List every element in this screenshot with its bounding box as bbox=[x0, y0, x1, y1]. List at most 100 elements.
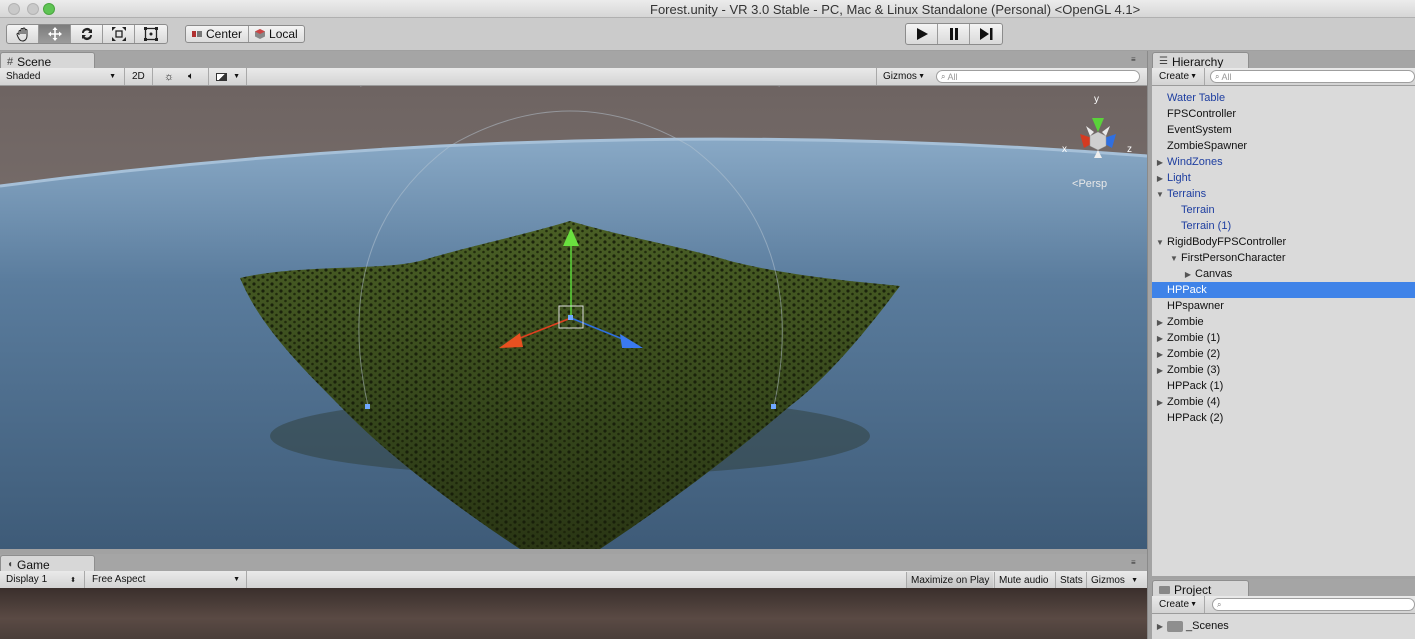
scene-viewport[interactable]: y x z bbox=[0, 86, 1147, 549]
hierarchy-item[interactable]: EventSystem bbox=[1152, 122, 1415, 138]
game-gizmos-dropdown[interactable]: Gizmos ▼ bbox=[1086, 572, 1142, 588]
rect-tool-button[interactable] bbox=[135, 25, 167, 43]
hierarchy-item[interactable]: ▶ Zombie bbox=[1152, 314, 1415, 330]
projection-label: Persp bbox=[1078, 178, 1108, 190]
expand-arrow-icon[interactable]: ▶ bbox=[1155, 174, 1165, 183]
move-tool-button[interactable] bbox=[39, 25, 71, 43]
step-button[interactable] bbox=[970, 24, 1002, 44]
grid-icon: # bbox=[7, 55, 14, 68]
scale-tool-button[interactable] bbox=[103, 25, 135, 43]
2d-label: 2D bbox=[132, 71, 145, 82]
tab-hierarchy[interactable]: ☰ Hierarchy bbox=[1152, 52, 1249, 69]
lighting-toggle[interactable]: ☼ bbox=[160, 69, 176, 84]
divider bbox=[1204, 68, 1205, 85]
hierarchy-item-label: Zombie (2) bbox=[1167, 348, 1221, 360]
hierarchy-item[interactable]: ▶ Light bbox=[1152, 170, 1415, 186]
collapse-arrow-icon[interactable]: ▼ bbox=[1155, 238, 1165, 247]
bounds-handle[interactable] bbox=[771, 404, 776, 409]
scene-tabbar: # Scene ≡ bbox=[0, 51, 1147, 69]
tab-game[interactable]: ◖ Game bbox=[0, 555, 95, 572]
divider bbox=[246, 571, 247, 588]
bounds-handle[interactable] bbox=[365, 404, 370, 409]
mute-audio-toggle[interactable]: Mute audio bbox=[994, 572, 1052, 588]
pause-button[interactable] bbox=[938, 24, 970, 44]
hierarchy-item[interactable]: HPPack bbox=[1152, 282, 1415, 298]
project-folder-item[interactable]: ▶ _Scenes bbox=[1152, 618, 1415, 634]
hierarchy-search-input[interactable]: ⌕ All bbox=[1210, 70, 1415, 83]
hierarchy-item[interactable]: Water Table bbox=[1152, 90, 1415, 106]
hierarchy-create-label: Create bbox=[1159, 71, 1190, 82]
hierarchy-item[interactable]: Terrain (1) bbox=[1152, 218, 1415, 234]
hierarchy-item[interactable]: ▶ WindZones bbox=[1152, 154, 1415, 170]
zoom-window-button[interactable] bbox=[43, 3, 55, 15]
hierarchy-item[interactable]: ▶ Zombie (4) bbox=[1152, 394, 1415, 410]
hierarchy-item-label: Zombie (4) bbox=[1167, 396, 1221, 408]
pivot-local-button[interactable]: Local bbox=[249, 26, 304, 42]
tab-project[interactable]: Project bbox=[1152, 580, 1249, 597]
hierarchy-item[interactable]: ▼ FirstPersonCharacter bbox=[1152, 250, 1415, 266]
hierarchy-item[interactable]: ▶ Canvas bbox=[1152, 266, 1415, 282]
game-viewport[interactable] bbox=[0, 588, 1147, 639]
pivot-center-label: Center bbox=[206, 27, 243, 41]
project-create-dropdown[interactable]: Create ▼ bbox=[1155, 597, 1201, 612]
hand-tool-button[interactable] bbox=[7, 25, 39, 43]
hierarchy-item[interactable]: ▶ Zombie (1) bbox=[1152, 330, 1415, 346]
hierarchy-item[interactable]: HPPack (1) bbox=[1152, 378, 1415, 394]
project-search-input[interactable]: ⌕ bbox=[1212, 598, 1415, 611]
draw-mode-label: Shaded bbox=[6, 71, 41, 82]
game-gizmos-label: Gizmos bbox=[1091, 574, 1125, 586]
collapse-arrow-icon[interactable]: ▼ bbox=[1155, 190, 1165, 199]
aspect-dropdown[interactable]: Free Aspect ▼ bbox=[88, 572, 244, 587]
expand-arrow-icon[interactable]: ▶ bbox=[1155, 318, 1165, 327]
hierarchy-item[interactable]: Terrain bbox=[1152, 202, 1415, 218]
scene-search-input[interactable]: ⌕ All bbox=[936, 70, 1140, 83]
maximize-on-play-toggle[interactable]: Maximize on Play bbox=[906, 572, 994, 588]
tab-scene[interactable]: # Scene bbox=[0, 52, 95, 69]
main-toolbar: Center Local bbox=[0, 18, 1415, 51]
expand-arrow-icon[interactable]: ▶ bbox=[1155, 334, 1165, 343]
image-icon bbox=[216, 72, 227, 81]
hierarchy-item[interactable]: ▼ RigidBodyFPSController bbox=[1152, 234, 1415, 250]
hierarchy-item[interactable]: ZombieSpawner bbox=[1152, 138, 1415, 154]
expand-arrow-icon[interactable]: ▶ bbox=[1155, 366, 1165, 375]
hierarchy-item[interactable]: FPSController bbox=[1152, 106, 1415, 122]
collapse-arrow-icon[interactable]: ▼ bbox=[1169, 254, 1179, 263]
hierarchy-item[interactable]: ▶ Zombie (2) bbox=[1152, 346, 1415, 362]
hierarchy-item[interactable]: ▼ Terrains bbox=[1152, 186, 1415, 202]
stats-label: Stats bbox=[1060, 574, 1083, 586]
expand-arrow-icon[interactable]: ▶ bbox=[1183, 270, 1193, 279]
panel-menu-icon[interactable]: ≡ bbox=[1131, 558, 1141, 567]
gizmo-x-label: x bbox=[1062, 144, 1067, 155]
expand-arrow-icon[interactable]: ▶ bbox=[1155, 398, 1165, 407]
divider bbox=[246, 68, 247, 85]
draw-mode-dropdown[interactable]: Shaded ▼ bbox=[2, 69, 120, 84]
divider bbox=[208, 68, 209, 85]
2d-toggle[interactable]: 2D bbox=[128, 69, 148, 84]
minimize-window-button[interactable] bbox=[27, 3, 39, 15]
hierarchy-item[interactable]: ▶ Zombie (3) bbox=[1152, 362, 1415, 378]
dropdown-arrow-icon: ▼ bbox=[918, 73, 925, 80]
stats-toggle[interactable]: Stats bbox=[1055, 572, 1087, 588]
display-dropdown[interactable]: Display 1 ⬍ bbox=[2, 572, 80, 587]
projection-toggle[interactable]: <Persp bbox=[1072, 178, 1107, 190]
project-toolbar: Create ▼ ⌕ bbox=[1152, 596, 1415, 614]
expand-arrow-icon[interactable]: ▶ bbox=[1155, 350, 1165, 359]
pivot-center-button[interactable]: Center bbox=[186, 26, 250, 42]
hierarchy-item-label: Light bbox=[1167, 172, 1191, 184]
expand-arrow-icon: ▶ bbox=[1156, 621, 1164, 631]
hierarchy-item[interactable]: HPspawner bbox=[1152, 298, 1415, 314]
hierarchy-item-label: HPPack (2) bbox=[1167, 412, 1224, 424]
play-button[interactable] bbox=[906, 24, 938, 44]
audio-toggle[interactable]: 🔈︎ bbox=[184, 69, 204, 84]
rotate-tool-button[interactable] bbox=[71, 25, 103, 43]
scene-gizmos-dropdown[interactable]: Gizmos ▼ bbox=[879, 69, 929, 84]
scene-render: y x z bbox=[0, 86, 1147, 549]
panel-menu-icon[interactable]: ≡ bbox=[1131, 55, 1141, 64]
close-window-button[interactable] bbox=[8, 3, 20, 15]
pause-icon bbox=[949, 28, 958, 40]
hierarchy-item[interactable]: HPPack (2) bbox=[1152, 410, 1415, 426]
effects-dropdown[interactable]: ▼ bbox=[212, 69, 244, 84]
expand-arrow-icon[interactable]: ▶ bbox=[1155, 158, 1165, 167]
dropdown-arrow-icon: ▼ bbox=[1190, 601, 1197, 608]
hierarchy-create-dropdown[interactable]: Create ▼ bbox=[1155, 69, 1201, 84]
